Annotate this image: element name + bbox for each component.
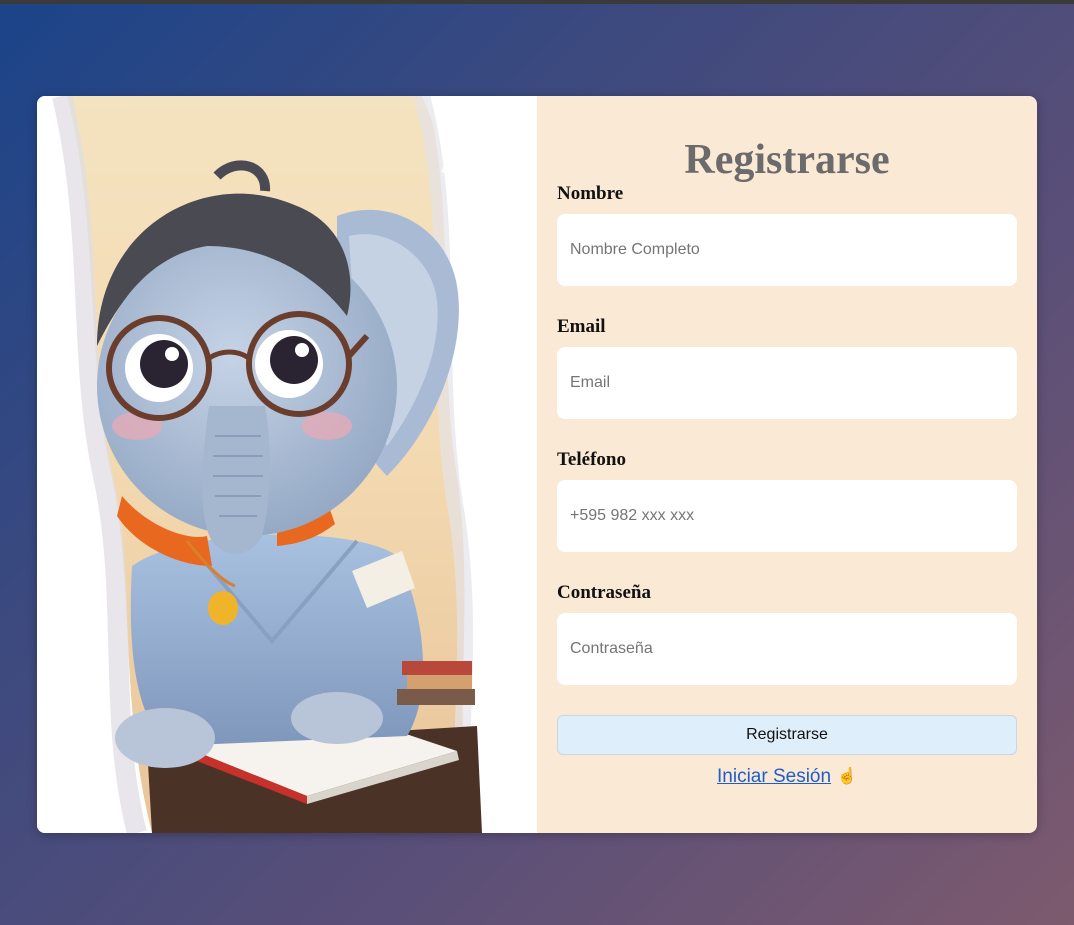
email-input[interactable] — [557, 347, 1017, 419]
elephant-illustration — [37, 96, 537, 833]
register-card: Registrarse Nombre Email Teléfono Contra… — [37, 96, 1037, 833]
name-label: Nombre — [557, 183, 624, 204]
login-row: Iniciar Sesión ☝ — [537, 766, 1037, 788]
page-title: Registrarse — [684, 137, 890, 183]
login-link[interactable]: Iniciar Sesión — [717, 766, 831, 787]
register-button[interactable]: Registrarse — [557, 715, 1017, 755]
hand-pointer-icon: ☝ — [837, 768, 857, 785]
illustration-panel — [37, 96, 537, 833]
password-input[interactable] — [557, 613, 1017, 685]
email-label: Email — [557, 316, 606, 337]
phone-label: Teléfono — [557, 449, 626, 470]
name-input[interactable] — [557, 214, 1017, 286]
password-label: Contraseña — [557, 582, 651, 603]
window-top-bar — [0, 0, 1074, 4]
phone-input[interactable] — [557, 480, 1017, 552]
register-form: Registrarse Nombre Email Teléfono Contra… — [537, 96, 1037, 833]
